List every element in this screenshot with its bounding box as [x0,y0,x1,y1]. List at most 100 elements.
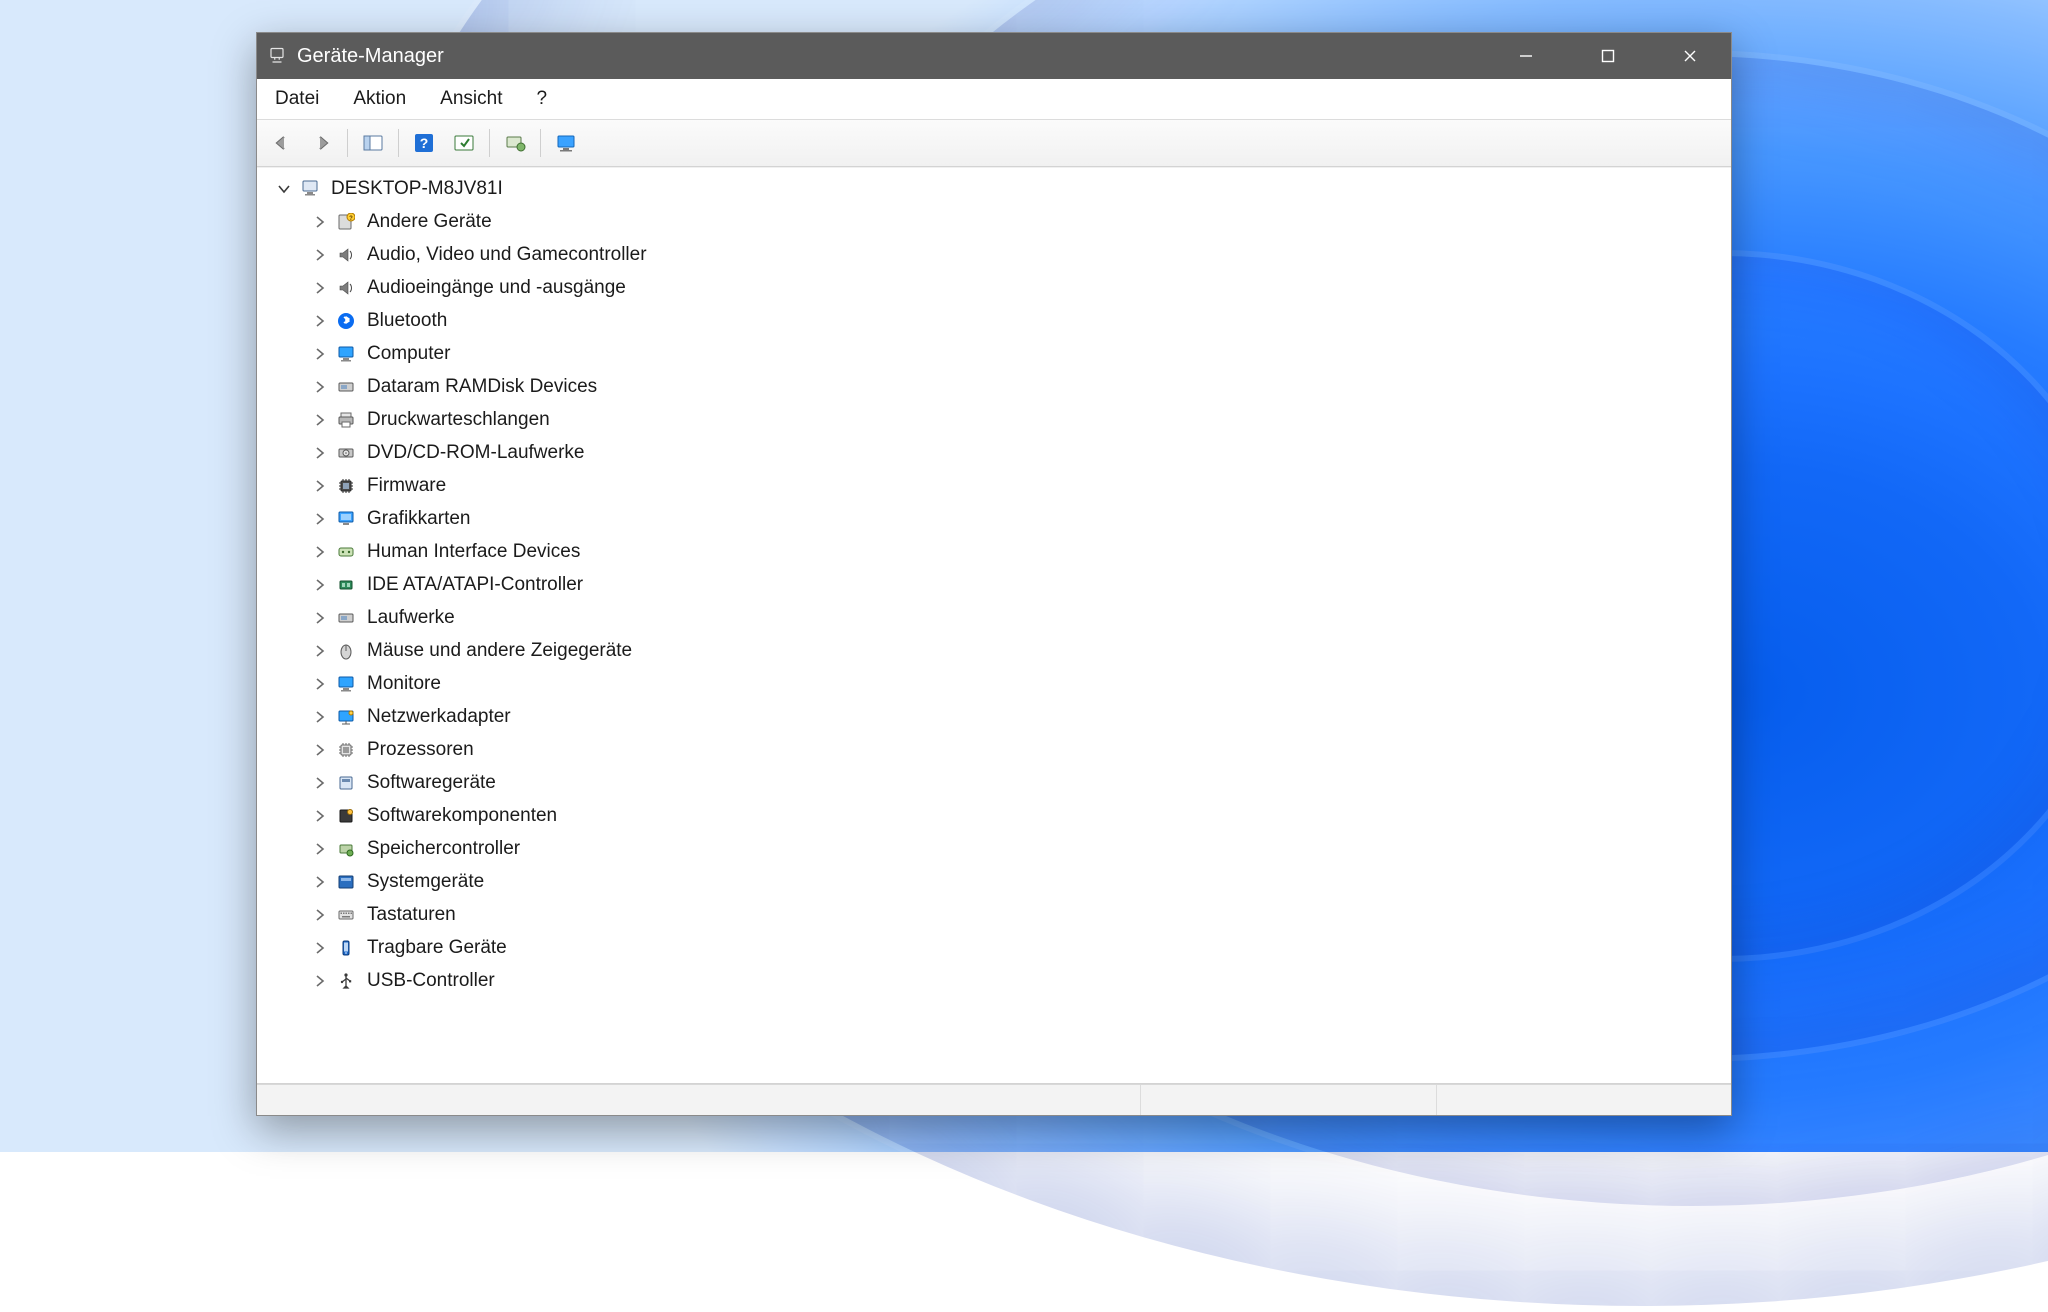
expander-icon[interactable] [311,510,329,528]
mouse-icon [335,640,357,662]
tree-category-node[interactable]: Audio, Video und Gamecontroller [265,238,1723,271]
device-manager-window: Geräte-Manager Datei Aktion Ansicht ? [256,32,1732,1116]
tree-category-label: Systemgeräte [367,872,496,891]
expander-icon[interactable] [311,675,329,693]
nav-back-button[interactable] [265,127,299,159]
expander-icon[interactable] [311,312,329,330]
action-button[interactable] [447,127,481,159]
tree-category-label: Softwarekomponenten [367,806,569,825]
software-device-icon [335,772,357,794]
tree-category-node[interactable]: Tragbare Geräte [265,931,1723,964]
maximize-button[interactable] [1567,33,1649,79]
tree-category-node[interactable]: Prozessoren [265,733,1723,766]
monitor-icon [335,673,357,695]
tree-category-label: Softwaregeräte [367,773,508,792]
tree-category-node[interactable]: DVD/CD-ROM-Laufwerke [265,436,1723,469]
tree-category-label: Grafikkarten [367,509,482,528]
expander-icon[interactable] [311,411,329,429]
tree-category-node[interactable]: Andere Geräte [265,205,1723,238]
tree-category-node[interactable]: Druckwarteschlangen [265,403,1723,436]
expander-icon[interactable] [311,609,329,627]
expander-icon[interactable] [311,576,329,594]
tree-category-label: Audioeingänge und -ausgänge [367,278,638,297]
toolbar-separator [540,129,541,157]
expander-icon[interactable] [311,840,329,858]
close-button[interactable] [1649,33,1731,79]
expander-icon[interactable] [311,279,329,297]
tree-category-node[interactable]: Audioeingänge und -ausgänge [265,271,1723,304]
expander-icon[interactable] [311,444,329,462]
tree-category-label: Human Interface Devices [367,542,592,561]
expander-icon[interactable] [311,213,329,231]
tree-category-node[interactable]: Firmware [265,469,1723,502]
tree-category-label: Dataram RAMDisk Devices [367,377,609,396]
tree-category-label: Andere Geräte [367,212,504,231]
tree-category-label: Audio, Video und Gamecontroller [367,245,659,264]
expander-icon[interactable] [311,972,329,990]
tree-root-label: DESKTOP-M8JV81I [331,179,515,198]
tree-category-label: Speichercontroller [367,839,532,858]
expander-icon[interactable] [275,180,293,198]
tree-category-node[interactable]: Grafikkarten [265,502,1723,535]
tree-category-node[interactable]: IDE ATA/ATAPI-Controller [265,568,1723,601]
expander-icon[interactable] [311,807,329,825]
expander-icon[interactable] [311,345,329,363]
expander-icon[interactable] [311,741,329,759]
tree-category-node[interactable]: Netzwerkadapter [265,700,1723,733]
tree-category-label: Computer [367,344,462,363]
device-tree[interactable]: DESKTOP-M8JV81I Andere Geräte Audio, Video… [257,167,1731,1084]
disk-icon [335,607,357,629]
tree-category-label: Netzwerkadapter [367,707,523,726]
expander-icon[interactable] [311,477,329,495]
tree-category-node[interactable]: Dataram RAMDisk Devices [265,370,1723,403]
system-device-icon [335,871,357,893]
expander-icon[interactable] [311,642,329,660]
tree-category-node[interactable]: USB-Controller [265,964,1723,997]
tree-category-node[interactable]: Monitore [265,667,1723,700]
tree-category-node[interactable]: Softwaregeräte [265,766,1723,799]
monitor-button[interactable] [549,127,583,159]
tree-category-node[interactable]: Bluetooth [265,304,1723,337]
toolbar: ? [257,120,1731,167]
tree-category-node[interactable]: Laufwerke [265,601,1723,634]
chip-icon [335,475,357,497]
menu-file[interactable]: Datei [267,82,327,116]
window-title: Geräte-Manager [297,45,444,68]
keyboard-icon [335,904,357,926]
tree-category-node[interactable]: Computer [265,337,1723,370]
computer-icon [299,178,321,200]
tree-category-label: Tragbare Geräte [367,938,519,957]
expander-icon[interactable] [311,246,329,264]
tree-category-node[interactable]: Systemgeräte [265,865,1723,898]
help-button[interactable]: ? [407,127,441,159]
network-icon [335,706,357,728]
hid-icon [335,541,357,563]
expander-icon[interactable] [311,906,329,924]
scan-hardware-button[interactable] [498,127,532,159]
expander-icon[interactable] [311,873,329,891]
menu-action[interactable]: Aktion [345,82,414,116]
optical-drive-icon [335,442,357,464]
tree-root-node[interactable]: DESKTOP-M8JV81I [265,172,1723,205]
nav-forward-button[interactable] [305,127,339,159]
app-icon [267,46,287,66]
expander-icon[interactable] [311,708,329,726]
tree-category-node[interactable]: Speichercontroller [265,832,1723,865]
tree-category-node[interactable]: Mäuse und andere Zeigegeräte [265,634,1723,667]
menu-help[interactable]: ? [528,82,555,116]
minimize-button[interactable] [1485,33,1567,79]
tree-category-node[interactable]: Softwarekomponenten [265,799,1723,832]
software-component-icon [335,805,357,827]
expander-icon[interactable] [311,939,329,957]
title-bar[interactable]: Geräte-Manager [257,33,1731,79]
menu-bar: Datei Aktion Ansicht ? [257,79,1731,120]
tree-category-node[interactable]: Human Interface Devices [265,535,1723,568]
show-hide-console-tree-button[interactable] [356,127,390,159]
expander-icon[interactable] [311,543,329,561]
tree-category-node[interactable]: Tastaturen [265,898,1723,931]
menu-view[interactable]: Ansicht [432,82,510,116]
expander-icon[interactable] [311,378,329,396]
speaker-icon [335,244,357,266]
expander-icon[interactable] [311,774,329,792]
tree-category-label: USB-Controller [367,971,507,990]
